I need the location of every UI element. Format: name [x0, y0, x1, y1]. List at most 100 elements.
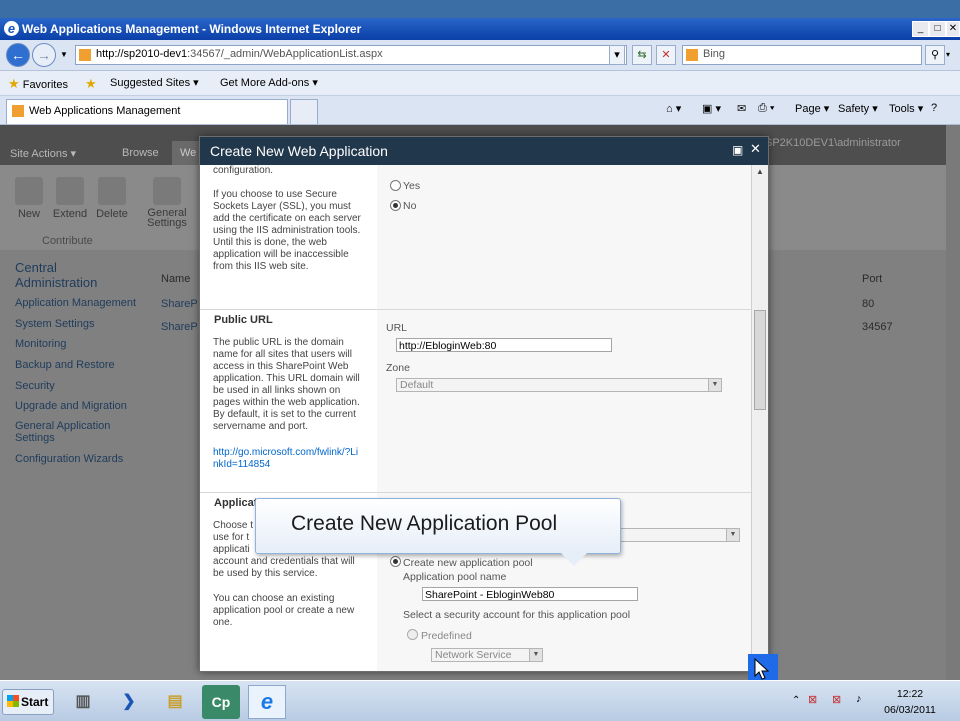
dialog-close-icon[interactable]: ✕ — [750, 141, 761, 157]
existing-pool-select[interactable]: ▼ — [612, 528, 740, 542]
central-admin-link[interactable]: Central Administration — [15, 260, 125, 290]
url-path: :34567/_admin/WebApplicationList.aspx — [187, 48, 383, 60]
stop-icon[interactable]: ✕ — [656, 45, 676, 65]
url-field[interactable]: http://EbloginWeb:80 — [396, 338, 612, 352]
home-icon[interactable]: ⌂ ▾ — [666, 102, 681, 115]
chevron-down-icon: ▼ — [708, 379, 721, 391]
nav-general-app-settings[interactable]: General Application Settings — [15, 420, 135, 444]
maximize-icon[interactable]: □ — [929, 21, 946, 37]
start-button[interactable]: Start — [2, 689, 54, 715]
safety-menu[interactable]: Safety ▾ — [838, 102, 878, 115]
nav-security[interactable]: Security — [15, 380, 55, 392]
tab-bar: Web Applications Management ⌂ ▾ ▣ ▾ ✉ ⎙ … — [0, 96, 960, 125]
help-icon[interactable]: ? — [931, 102, 937, 114]
address-dropdown-icon[interactable]: ▾ — [609, 45, 625, 65]
dialog-maximize-icon[interactable]: ▣ — [732, 143, 743, 157]
forward-button[interactable]: → — [32, 43, 56, 67]
security-account-label: Select a security account for this appli… — [403, 609, 631, 621]
tab-web-applications[interactable]: Web Applications Management — [6, 99, 288, 124]
scroll-thumb[interactable] — [754, 310, 766, 410]
network-icon[interactable]: ⊠ — [808, 693, 817, 706]
action-center-icon[interactable]: ⊠ — [832, 693, 841, 706]
camtasia-icon[interactable]: Cp — [202, 685, 240, 719]
clock-time[interactable]: 12:22 — [880, 688, 940, 700]
new-tab-button[interactable] — [290, 99, 318, 124]
site-actions-menu[interactable]: Site Actions ▾ — [10, 147, 76, 160]
public-url-help-link[interactable]: http://go.microsoft.com/fwlink/?LinkId=1… — [213, 447, 361, 471]
refresh-icon[interactable]: ⇆ — [632, 45, 652, 65]
column-header-port[interactable]: Port — [862, 273, 882, 285]
callout-text: Create New Application Pool — [291, 512, 558, 535]
tab-browse[interactable]: Browse — [122, 147, 159, 159]
url-host: http://sp2010-dev1 — [96, 48, 188, 60]
row-name[interactable]: ShareP — [161, 321, 198, 333]
back-button[interactable]: ← — [6, 43, 30, 67]
page-scrollbar[interactable] — [946, 125, 960, 680]
search-input[interactable]: Bing — [682, 45, 922, 65]
section-divider — [200, 309, 751, 310]
ssl-no-radio[interactable] — [390, 200, 401, 211]
close-window-button[interactable]: ✕ — [946, 21, 960, 37]
contribute-group-label: Contribute — [42, 235, 93, 247]
create-new-pool-radio[interactable] — [390, 556, 401, 567]
add-favorites-icon[interactable]: ★ — [85, 76, 97, 92]
clock-date[interactable]: 06/03/2011 — [880, 704, 940, 716]
tray-expand-icon[interactable]: ⌃ — [792, 695, 800, 706]
minimize-button[interactable]: _ — [912, 21, 929, 37]
feeds-icon[interactable]: ▣ ▾ — [702, 102, 721, 115]
general-settings-button[interactable]: General Settings — [142, 177, 192, 229]
favorites-bar: ★ Favorites ★ Suggested Sites ▾ Get More… — [0, 71, 960, 96]
predefined-account-select[interactable]: Network Service ▼ — [431, 648, 543, 662]
server-manager-icon[interactable]: ▥ — [64, 685, 102, 719]
app-pool-desc-5: You can choose an existing application p… — [213, 593, 355, 628]
column-header-name[interactable]: Name — [161, 273, 190, 285]
ie-logo-icon: e — [4, 21, 19, 36]
app-pool-title: Applicat — [214, 497, 258, 509]
nav-system-settings[interactable]: System Settings — [15, 318, 94, 330]
nav-application-management[interactable]: Application Management — [15, 297, 136, 309]
app-pool-desc-4: account and credentials that will be use… — [213, 556, 355, 579]
pool-name-label: Application pool name — [403, 571, 507, 583]
row-port: 34567 — [862, 321, 893, 333]
predefined-radio[interactable] — [407, 629, 418, 640]
chevron-down-icon: ▼ — [529, 649, 542, 661]
nav-configuration-wizards[interactable]: Configuration Wizards — [15, 453, 123, 465]
favorites-button[interactable]: ★ Favorites — [8, 76, 68, 92]
powershell-icon[interactable]: ❯ — [110, 685, 148, 719]
scroll-up-icon[interactable]: ▲ — [754, 167, 766, 179]
internet-explorer-icon[interactable]: e — [248, 685, 286, 719]
ssl-yes-label: Yes — [403, 180, 421, 192]
search-icon[interactable]: ⚲ — [925, 45, 945, 65]
ssl-description: If you choose to use Secure Sockets Laye… — [213, 189, 361, 272]
get-more-addons-link[interactable]: Get More Add-ons ▾ — [220, 76, 318, 89]
extend-button[interactable]: Extend — [52, 177, 88, 220]
volume-icon[interactable]: ♪ — [856, 693, 862, 705]
nav-monitoring[interactable]: Monitoring — [15, 338, 66, 350]
nav-backup-restore[interactable]: Backup and Restore — [15, 359, 115, 371]
delete-button[interactable]: Delete — [94, 177, 130, 220]
predefined-label: Predefined — [421, 630, 472, 642]
user-menu[interactable]: SP2K10DEV1\administrator — [765, 137, 901, 149]
new-button[interactable]: New — [14, 177, 44, 220]
section-divider — [200, 492, 751, 493]
row-name[interactable]: ShareP — [161, 298, 198, 310]
search-options-icon[interactable]: ▾ — [946, 50, 950, 59]
suggested-sites-link[interactable]: Suggested Sites ▾ — [110, 76, 199, 89]
history-dropdown-icon[interactable]: ▼ — [60, 50, 68, 59]
ssl-no-label: No — [403, 200, 417, 212]
chevron-down-icon: ▼ — [726, 529, 739, 541]
annotation-callout: Create New Application Pool — [255, 498, 621, 554]
page-menu[interactable]: Page ▾ — [795, 102, 829, 115]
print-icon[interactable]: ⎙ ▾ — [758, 102, 774, 115]
windows-logo-icon — [7, 695, 19, 707]
address-bar[interactable]: http://sp2010-dev1:34567/_admin/WebAppli… — [75, 45, 627, 65]
mail-icon[interactable]: ✉ — [737, 102, 746, 115]
pool-name-field[interactable]: SharePoint - EbloginWeb80 — [422, 587, 638, 601]
tools-menu[interactable]: Tools ▾ — [889, 102, 923, 115]
dialog-scrollbar[interactable]: ▲ — [751, 165, 768, 671]
tab-favicon-icon — [12, 105, 24, 117]
explorer-icon[interactable]: ▤ — [156, 685, 194, 719]
ssl-yes-radio[interactable] — [390, 180, 401, 191]
nav-upgrade-migration[interactable]: Upgrade and Migration — [15, 400, 127, 412]
zone-select[interactable]: Default ▼ — [396, 378, 722, 392]
